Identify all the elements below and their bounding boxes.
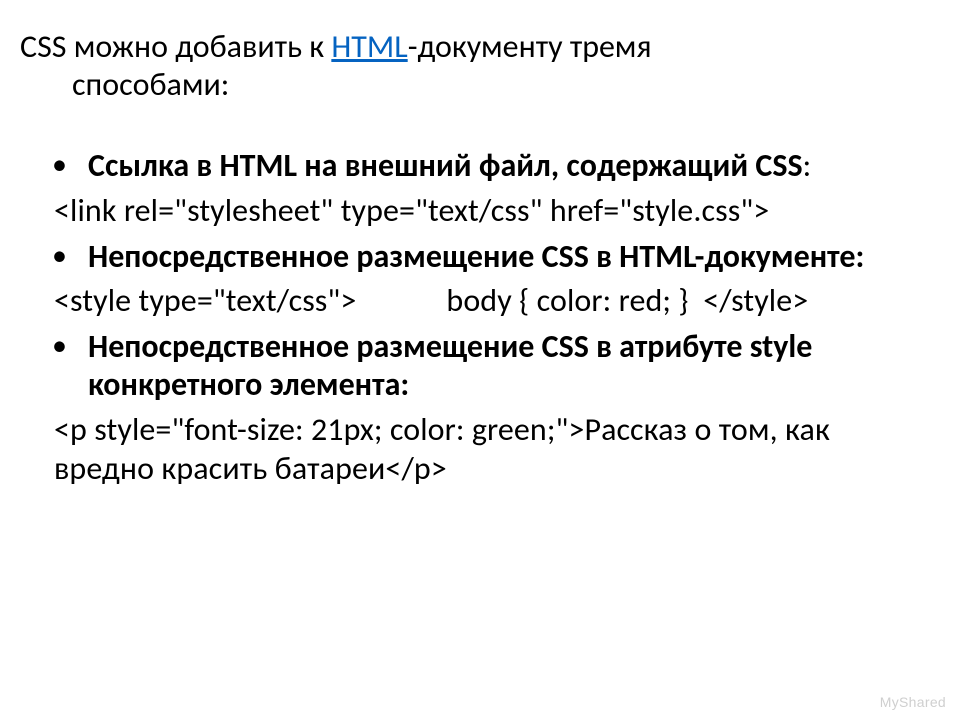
code-line: <style type="text/css"> body { color: red… — [20, 281, 920, 320]
intro-paragraph: CSS можно добавить к HTML-документу трем… — [20, 28, 920, 105]
spacer — [20, 129, 920, 147]
intro-prefix: CSS можно добавить к — [20, 27, 331, 66]
watermark: MyShared — [880, 694, 946, 710]
code-close: </style> — [703, 281, 808, 320]
bullet-trail: : — [803, 146, 812, 185]
list-item: Непосредственное размещение CSS в атрибу… — [20, 328, 920, 404]
html-link[interactable]: HTML — [331, 27, 407, 66]
intro-after-link: -документу тремя — [408, 27, 652, 66]
bullet-list: Ссылка в HTML на внешний файл, содержащи… — [20, 147, 920, 488]
intro-line2: способами: — [20, 66, 920, 104]
code-line: <link rel="stylesheet" type="text/css" h… — [20, 191, 920, 230]
list-item: Ссылка в HTML на внешний файл, содержащи… — [20, 147, 920, 185]
bullet-bold: Непосредственное размещение CSS в HTML-д… — [88, 237, 864, 276]
list-item: Непосредственное размещение CSS в HTML-д… — [20, 238, 920, 276]
bullet-bold: Непосредственное размещение CSS в атрибу… — [88, 327, 812, 404]
bullet-bold: Ссылка в HTML на внешний файл, содержащи… — [88, 146, 803, 185]
slide: CSS можно добавить к HTML-документу трем… — [0, 0, 960, 720]
code-open: <style type="text/css"> — [54, 281, 356, 320]
code-line: <p style="font-size: 21px; color: green;… — [20, 410, 920, 488]
code-body: body { color: red; } — [446, 281, 688, 320]
